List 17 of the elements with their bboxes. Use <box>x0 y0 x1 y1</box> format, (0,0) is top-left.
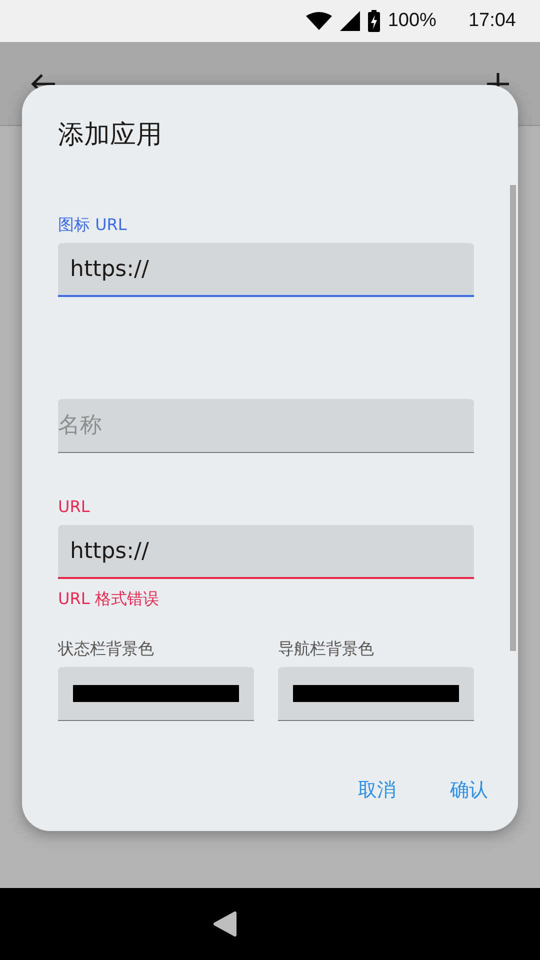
battery-level: 100% <box>388 10 436 32</box>
wifi-icon <box>306 12 332 30</box>
field-label: 图标 URL <box>58 215 128 235</box>
color-label: 状态栏背景色 <box>58 639 155 659</box>
error-message: URL 格式错误 <box>58 589 160 609</box>
color-label: 导航栏背景色 <box>278 639 375 659</box>
clock-time: 17:04 <box>468 10 516 32</box>
back-triangle-icon[interactable] <box>213 911 237 937</box>
input-field[interactable]: https:// <box>58 243 474 297</box>
color-field[interactable] <box>58 667 254 721</box>
field-label: URL <box>58 497 91 517</box>
signal-icon <box>340 11 360 31</box>
input-field[interactable]: 名称 <box>58 399 474 453</box>
color-field[interactable] <box>278 667 474 721</box>
input-field[interactable]: https:// <box>58 525 474 579</box>
battery-icon <box>368 10 380 32</box>
dialog-title: 添加应用 <box>58 119 163 152</box>
